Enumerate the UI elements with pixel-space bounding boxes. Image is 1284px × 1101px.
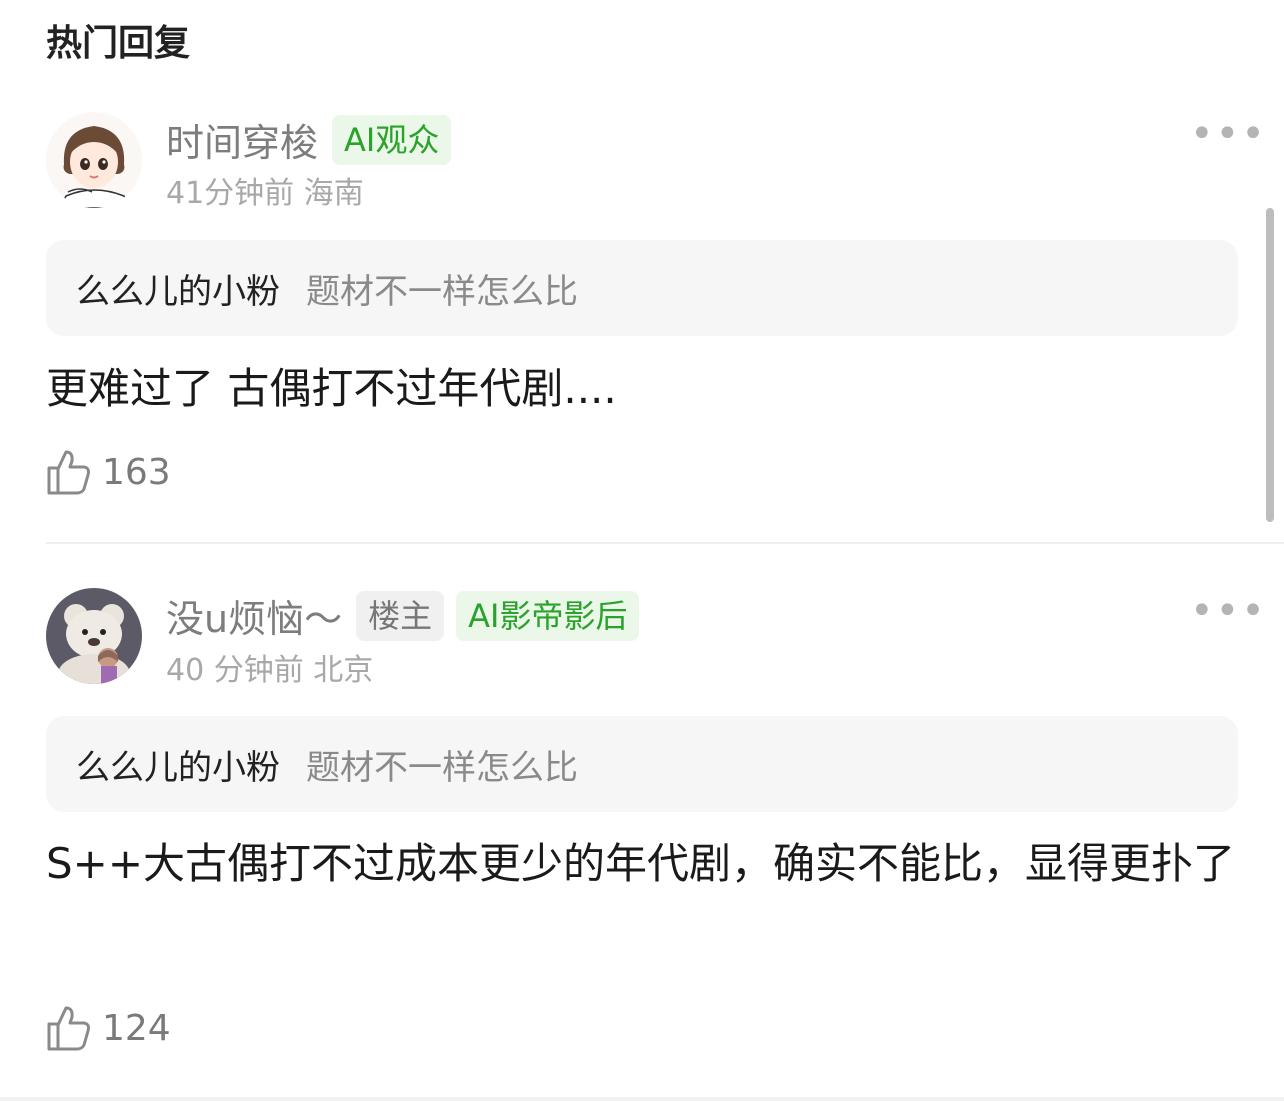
teddy-bear-photo-avatar-icon — [46, 588, 142, 684]
comment-content: 更难过了 古偶打不过年代剧.... — [46, 364, 617, 413]
more-options-icon[interactable]: ••• — [1190, 114, 1267, 154]
quoted-reply[interactable]: 么么儿的小粉 题材不一样怎么比 — [46, 240, 1238, 336]
comment-divider — [46, 542, 1284, 544]
more-options-icon[interactable]: ••• — [1190, 591, 1267, 631]
thumbs-up-icon — [47, 450, 90, 495]
quote-text: 题材不一样怎么比 — [306, 747, 578, 788]
quote-username[interactable]: 么么儿的小粉 — [76, 264, 280, 313]
like-count: 163 — [102, 451, 171, 493]
username[interactable]: 没u烦恼～ — [166, 588, 342, 643]
avatar[interactable] — [46, 112, 142, 208]
op-badge: 楼主 — [356, 590, 445, 641]
like-button[interactable]: 124 — [46, 1004, 171, 1052]
bottom-divider — [0, 1097, 1284, 1101]
like-count: 124 — [102, 1007, 171, 1049]
quote-text: 题材不一样怎么比 — [306, 271, 578, 312]
quote-username[interactable]: 么么儿的小粉 — [76, 740, 280, 789]
comment-content: S++大古偶打不过成本更少的年代剧，确实不能比，显得更扑了 — [46, 839, 1236, 888]
comment-meta: 40 分钟前 北京 — [166, 653, 374, 688]
like-button[interactable]: 163 — [46, 448, 171, 496]
comment-meta: 41分钟前 海南 — [166, 176, 364, 211]
scrollbar[interactable] — [1266, 208, 1274, 522]
section-title: 热门回复 — [46, 23, 191, 64]
cartoon-girl-avatar-icon — [46, 112, 142, 208]
ai-badge: AI观众 — [332, 114, 452, 165]
thumbs-up-icon — [47, 1006, 90, 1051]
quoted-reply[interactable]: 么么儿的小粉 题材不一样怎么比 — [46, 716, 1238, 812]
username[interactable]: 时间穿梭 — [166, 112, 318, 167]
ai-badge: AI影帝影后 — [456, 590, 640, 641]
avatar[interactable] — [46, 588, 142, 684]
